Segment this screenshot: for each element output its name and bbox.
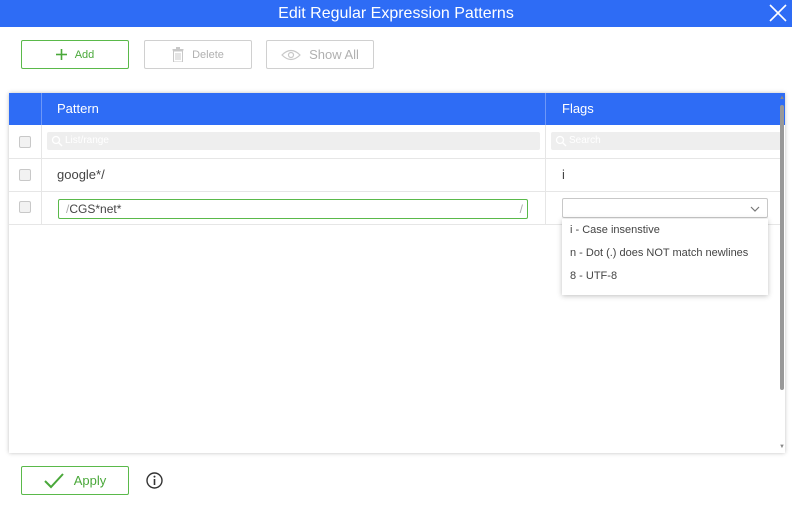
apply-label: Apply (73, 473, 107, 488)
dropdown-option-utf8[interactable]: 8 - UTF-8 (570, 265, 617, 288)
filter-row: List/range Search (9, 125, 781, 159)
add-label: Add (74, 48, 95, 61)
scroll-down-arrow[interactable]: ▼ (779, 444, 785, 450)
pattern-edit-input[interactable]: /CGS*net* / (58, 199, 528, 219)
header-separator (41, 93, 42, 125)
pattern-edit-value: CGS*net* (69, 202, 122, 216)
plus-icon (55, 49, 67, 60)
grid-header: Pattern Flags (9, 93, 785, 125)
vertical-scrollbar[interactable]: ▲ ▼ (779, 93, 785, 453)
row-checkbox[interactable] (19, 169, 31, 181)
flags-filter-placeholder: Search (569, 135, 601, 146)
column-header-pattern[interactable]: Pattern (57, 93, 99, 125)
scroll-thumb[interactable] (780, 105, 784, 390)
eye-icon (281, 49, 301, 60)
add-button[interactable]: Add (21, 40, 129, 69)
show-all-button[interactable]: Show All (266, 40, 374, 69)
pattern-delimiter-end: / (519, 202, 523, 216)
trash-icon (172, 47, 184, 62)
dialog-title: Edit Regular Expression Patterns (278, 5, 514, 22)
patterns-grid: Pattern Flags List/range Search google*/… (9, 93, 785, 453)
scroll-up-arrow[interactable]: ▲ (779, 95, 785, 101)
flags-dropdown: i - Case insenstive n - Dot (.) does NOT… (562, 219, 768, 295)
column-header-flags[interactable]: Flags (562, 93, 594, 125)
flags-cell[interactable]: i (562, 167, 565, 182)
dropdown-option-case-insensitive[interactable]: i - Case insenstive (570, 219, 660, 242)
show-all-label: Show All (309, 47, 359, 62)
dialog-titlebar: Edit Regular Expression Patterns (0, 0, 792, 27)
info-icon[interactable] (146, 472, 163, 489)
chevron-down-icon (750, 206, 760, 212)
close-icon[interactable] (768, 3, 788, 23)
apply-button[interactable]: Apply (21, 466, 129, 495)
pattern-filter-placeholder: List/range (65, 135, 109, 146)
pattern-filter-input[interactable]: List/range (47, 132, 540, 150)
dropdown-option-dot-newlines[interactable]: n - Dot (.) does NOT match newlines (570, 242, 748, 265)
search-icon (51, 135, 63, 147)
search-icon (555, 135, 567, 147)
table-row[interactable]: google*/ i (9, 159, 781, 192)
delete-button[interactable]: Delete (144, 40, 252, 69)
row-checkbox[interactable] (19, 201, 31, 213)
checkmark-icon (44, 472, 64, 488)
flags-filter-input[interactable]: Search (551, 132, 781, 150)
select-all-checkbox[interactable] (19, 136, 31, 148)
flags-select[interactable] (562, 198, 768, 218)
header-separator (545, 93, 546, 125)
pattern-cell[interactable]: google*/ (57, 167, 105, 182)
delete-label: Delete (192, 48, 224, 61)
